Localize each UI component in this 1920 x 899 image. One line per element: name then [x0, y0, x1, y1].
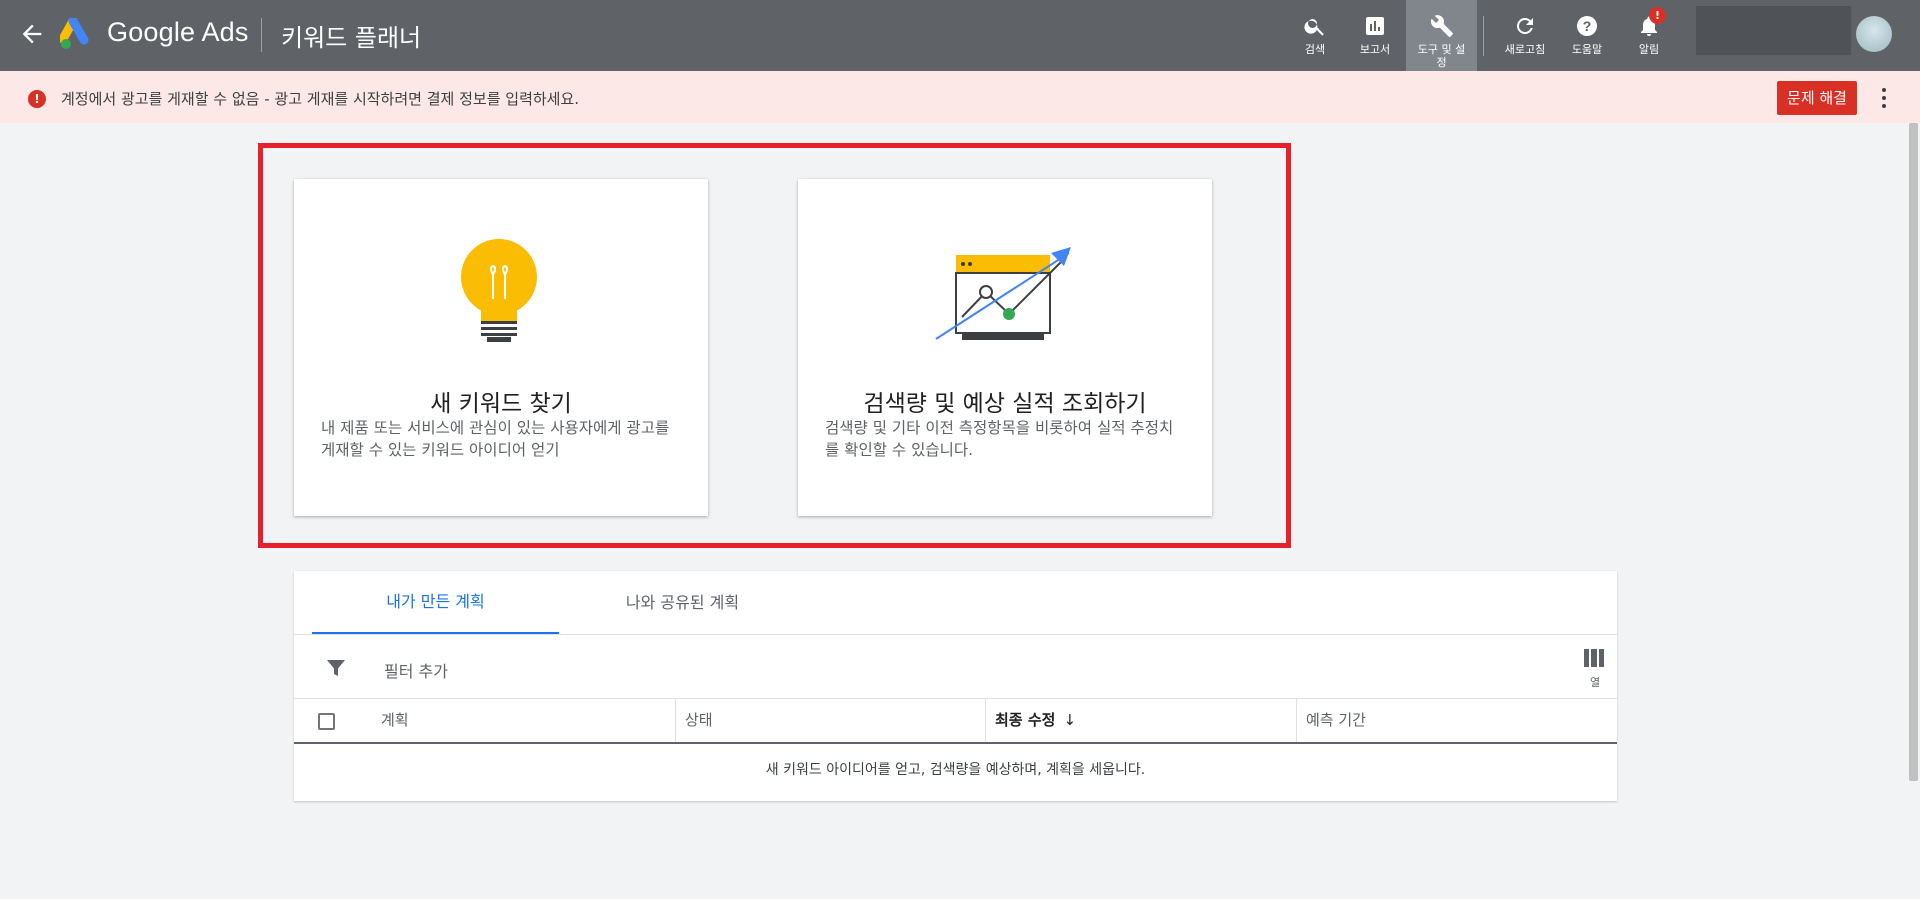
table-header: 계획 상태 최종 수정 ↓ 예측 기간 [294, 699, 1617, 744]
svg-text:?: ? [1583, 18, 1592, 34]
refresh-icon [1516, 17, 1533, 34]
column-header-plan[interactable]: 계획 [372, 699, 670, 742]
forecast-card[interactable]: 검색량 및 예상 실적 조회하기 검색량 및 기타 이전 측정항목을 비롯하여 … [798, 179, 1212, 516]
select-all-checkbox[interactable] [318, 713, 335, 730]
add-filter-button[interactable]: 필터 추가 [384, 658, 448, 682]
reports-tool-button[interactable]: 보고서 [1344, 0, 1406, 71]
billing-alert-banner: ! 계정에서 광고를 게재할 수 없음 - 광고 게재를 시작하려면 결제 정보… [0, 71, 1920, 123]
forecast-card-description: 검색량 및 기타 이전 측정항목을 비롯하여 실적 추정치를 확인할 수 있습니… [825, 419, 1174, 459]
tabs-divider [294, 634, 1617, 635]
search-icon [1304, 19, 1324, 36]
tools-settings-button[interactable]: 도구 및 설정 [1406, 0, 1477, 71]
help-icon: ? [1577, 16, 1597, 36]
column-header-last-modified[interactable]: 최종 수정 ↓ [985, 699, 1296, 742]
tools-settings-label: 도구 및 설정 [1417, 43, 1466, 69]
lightbulb-icon [461, 239, 537, 342]
error-icon: ! [28, 90, 46, 108]
filter-icon[interactable] [324, 656, 348, 680]
empty-state-message: 새 키워드 아이디어를 얻고, 검색량을 예상하며, 계획을 세웁니다. [765, 762, 1146, 778]
help-button[interactable]: ? 도움말 [1556, 0, 1618, 71]
more-options-icon[interactable] [1876, 86, 1892, 110]
tab-shared-plans[interactable]: 나와 공유된 계획 [559, 571, 806, 635]
notification-badge: ! [1649, 7, 1666, 24]
discover-card-title: 새 키워드 찾기 [430, 391, 572, 417]
page-scrollbar[interactable] [1909, 123, 1918, 781]
columns-icon[interactable] [1584, 649, 1604, 667]
discover-card-description: 내 제품 또는 서비스에 관심이 있는 사용자에게 광고를 게재할 수 있는 키… [321, 419, 670, 459]
column-header-status[interactable]: 상태 [675, 699, 985, 742]
forecast-card-title: 검색량 및 예상 실적 조회하기 [863, 391, 1147, 417]
header-tools: 검색 보고서 도구 및 설정 새로고침 ? 도움말 ! 알림 [1286, 0, 1680, 71]
notifications-button[interactable]: ! 알림 [1618, 0, 1680, 71]
columns-label: 열 [1590, 676, 1601, 689]
account-info-redacted[interactable] [1696, 6, 1851, 55]
sort-arrow-down-icon: ↓ [1063, 711, 1077, 729]
header-divider [261, 18, 262, 52]
reports-icon [1366, 17, 1384, 35]
tools-divider [1483, 16, 1484, 56]
brand-name[interactable]: Google Ads [107, 17, 249, 48]
wrench-icon [1430, 15, 1453, 37]
back-arrow-icon[interactable] [18, 20, 46, 48]
top-app-bar: Google Ads 키워드 플래너 검색 보고서 도구 및 설정 새로고침 ?… [0, 0, 1920, 71]
tab-my-plans[interactable]: 내가 만든 계획 [312, 571, 559, 635]
reports-tool-label: 보고서 [1359, 43, 1391, 56]
alert-message: 계정에서 광고를 게재할 수 없음 - 광고 게재를 시작하려면 결제 정보를 … [61, 90, 580, 108]
column-header-forecast-period[interactable]: 예측 기간 [1296, 699, 1617, 742]
plans-panel: 내가 만든 계획 나와 공유된 계획 필터 추가 열 계획 상태 최종 수정 ↓ … [294, 571, 1617, 801]
refresh-button[interactable]: 새로고침 [1494, 0, 1556, 71]
avatar[interactable] [1856, 16, 1892, 52]
discover-keywords-card[interactable]: 새 키워드 찾기 내 제품 또는 서비스에 관심이 있는 사용자에게 광고를 게… [294, 179, 708, 516]
plans-tabs: 내가 만든 계획 나와 공유된 계획 [312, 571, 806, 635]
help-label: 도움말 [1571, 43, 1603, 56]
google-ads-logo-icon[interactable] [60, 18, 96, 50]
notifications-label: 알림 [1638, 43, 1660, 56]
search-tool-button[interactable]: 검색 [1286, 0, 1344, 71]
chart-trend-icon [935, 247, 1071, 340]
last-modified-label: 최종 수정 [995, 711, 1056, 729]
page-title: 키워드 플래너 [281, 24, 422, 52]
fix-issue-button[interactable]: 문제 해결 [1777, 81, 1857, 115]
refresh-label: 새로고침 [1504, 43, 1546, 56]
